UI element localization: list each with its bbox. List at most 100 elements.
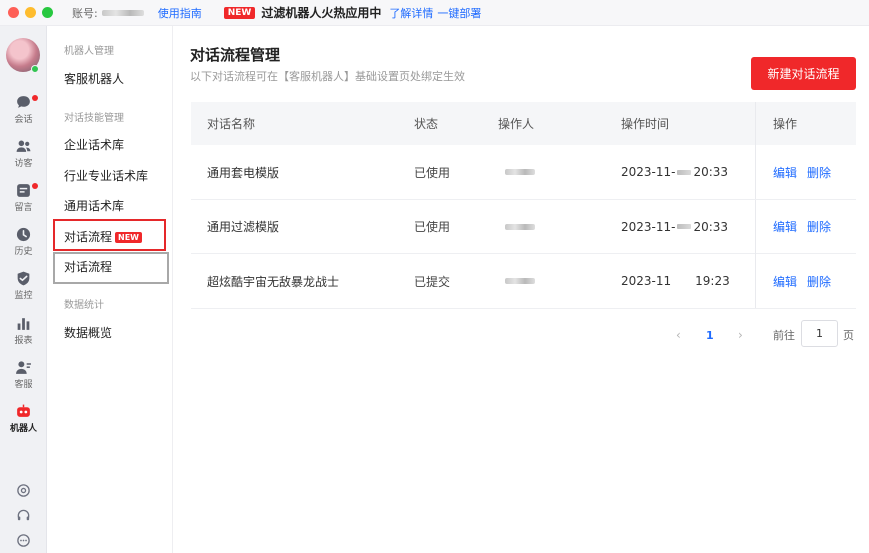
table-row: 通用过滤模版 已使用 2023-11- 20:33 编辑 删除 <box>191 199 856 254</box>
rail-target-button[interactable] <box>0 483 47 498</box>
row-time-suffix: 19:23 <box>695 274 730 288</box>
online-status-dot <box>31 65 39 73</box>
column-header-status: 状态 <box>414 117 439 131</box>
delete-link[interactable]: 删除 <box>807 164 831 181</box>
rail-item-agents[interactable]: 客服 <box>0 359 47 399</box>
highlight-box-grey <box>53 252 169 284</box>
column-header-actions: 操作 <box>773 117 798 131</box>
next-page-button[interactable]: › <box>738 325 743 345</box>
nav-item-industry-lib[interactable]: 行业专业话术库 <box>64 167 148 184</box>
nav-item-data-overview[interactable]: 数据概览 <box>64 324 112 341</box>
rail-headset-button[interactable] <box>0 508 47 523</box>
unread-dot <box>32 183 38 189</box>
goto-label: 前往 <box>773 329 795 342</box>
row-operator-redacted <box>505 145 535 199</box>
column-divider <box>755 199 756 254</box>
row-time-prefix: 2023-11- <box>621 165 676 179</box>
rail-label-chat: 会话 <box>14 115 33 125</box>
column-header-operator: 操作人 <box>498 117 535 131</box>
rail-label-monitor: 监控 <box>14 291 33 301</box>
nav-item-enterprise-lib[interactable]: 企业话术库 <box>64 136 124 153</box>
new-flow-button[interactable]: 新建对话流程 <box>751 57 856 90</box>
delete-link[interactable]: 删除 <box>807 273 831 290</box>
rail-item-visitors[interactable]: 访客 <box>0 138 47 178</box>
page-subtitle: 以下对话流程可在【客服机器人】基础设置页处绑定生效 <box>190 70 465 83</box>
account-name-redacted <box>101 9 144 16</box>
learn-more-link[interactable]: 了解详情 <box>389 5 433 21</box>
sub-sidebar: 机器人管理 客服机器人 对话技能管理 企业话术库 行业专业话术库 通用话术库 对… <box>48 26 173 553</box>
target-icon <box>17 484 30 497</box>
row-status: 已提交 <box>414 274 451 289</box>
rail-item-messages[interactable]: 留言 <box>0 182 47 222</box>
account-label: 账号: <box>72 6 98 20</box>
rail-item-reports[interactable]: 报表 <box>0 315 47 355</box>
column-header-time: 操作时间 <box>621 117 670 131</box>
flow-table: 对话名称 状态 操作人 操作时间 操作 通用套电模版 已使用 2023-11- 2… <box>191 102 856 309</box>
nav-item-service-robot[interactable]: 客服机器人 <box>64 70 124 87</box>
row-actions: 编辑 删除 <box>773 254 841 308</box>
page-title: 对话流程管理 <box>190 46 281 64</box>
column-divider <box>755 102 756 145</box>
headset-icon <box>17 509 30 521</box>
row-operator-redacted <box>505 254 535 308</box>
more-icon <box>17 534 30 547</box>
account-info: 账号: <box>72 5 144 21</box>
row-time-prefix: 2023-11 <box>621 274 672 288</box>
rail-label-visitors: 访客 <box>14 159 33 169</box>
window-zoom-button[interactable] <box>42 7 53 18</box>
icon-rail: 会话 访客 留言 历史 监控 报表 客服 机器人 <box>0 26 47 553</box>
top-bar: 账号: 使用指南 NEW 过滤机器人火热应用中 了解详情 一键部署 <box>0 0 869 26</box>
rail-item-robot[interactable]: 机器人 <box>0 403 47 443</box>
window-minimize-button[interactable] <box>25 7 36 18</box>
group-title-stats: 数据统计 <box>64 300 104 311</box>
edit-link[interactable]: 编辑 <box>773 218 797 235</box>
row-operator-redacted <box>505 200 535 254</box>
row-time: 2023-11- 20:33 <box>621 145 728 199</box>
row-status: 已使用 <box>414 220 451 234</box>
row-actions: 编辑 删除 <box>773 200 841 254</box>
row-name: 超炫酷宇宙无敌暴龙战士 <box>207 274 340 289</box>
row-time: 2023-11 19:23 <box>621 254 730 308</box>
row-time: 2023-11- 20:33 <box>621 200 728 254</box>
nav-item-general-lib[interactable]: 通用话术库 <box>64 197 124 214</box>
banner-new-badge: NEW <box>223 6 256 19</box>
column-header-name: 对话名称 <box>207 117 256 131</box>
row-name: 通用套电模版 <box>207 165 280 180</box>
row-time-prefix: 2023-11- <box>621 219 676 234</box>
rail-item-monitor[interactable]: 监控 <box>0 270 47 310</box>
window-close-button[interactable] <box>8 7 19 18</box>
table-row: 通用套电模版 已使用 2023-11- 20:33 编辑 删除 <box>191 145 856 200</box>
rail-label-reports: 报表 <box>14 336 33 346</box>
rail-item-chat[interactable]: 会话 <box>0 94 47 134</box>
rail-label-messages: 留言 <box>14 203 33 213</box>
row-time-suffix: 20:33 <box>693 165 729 179</box>
clock-icon <box>16 227 31 242</box>
rail-more-button[interactable] <box>0 533 47 548</box>
edit-link[interactable]: 编辑 <box>773 164 797 181</box>
page-number-current[interactable]: 1 <box>706 325 714 345</box>
group-title-skill-mgmt: 对话技能管理 <box>64 113 124 124</box>
row-status: 已使用 <box>414 165 451 180</box>
row-time-redacted <box>677 224 692 229</box>
page-unit-label: 页 <box>843 329 854 342</box>
goto-page-input[interactable] <box>801 320 838 347</box>
robot-icon <box>17 404 30 417</box>
prev-page-button[interactable]: ‹ <box>676 325 681 345</box>
banner-text: 过滤机器人火热应用中 <box>261 6 382 20</box>
row-name: 通用过滤模版 <box>207 220 280 234</box>
row-time-suffix: 20:33 <box>693 219 729 234</box>
table-header: 对话名称 状态 操作人 操作时间 操作 <box>191 102 856 145</box>
visitors-icon <box>16 140 31 152</box>
rail-item-history[interactable]: 历史 <box>0 226 47 266</box>
delete-link[interactable]: 删除 <box>807 218 831 235</box>
bar-chart-icon <box>17 318 30 330</box>
user-guide-link[interactable]: 使用指南 <box>158 5 202 21</box>
rail-label-agents: 客服 <box>14 380 33 390</box>
agent-icon <box>16 361 31 374</box>
edit-link[interactable]: 编辑 <box>773 273 797 290</box>
unread-dot <box>32 95 38 101</box>
window-controls <box>8 7 62 18</box>
column-divider <box>755 145 756 199</box>
one-click-deploy-link[interactable]: 一键部署 <box>437 5 481 21</box>
chat-bubble-icon <box>17 96 30 108</box>
